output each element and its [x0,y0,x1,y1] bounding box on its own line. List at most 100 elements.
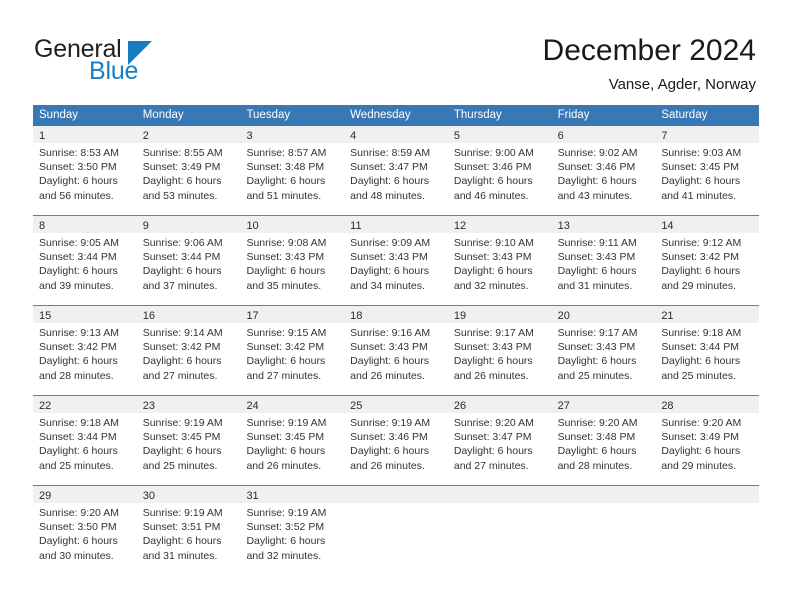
day-number-band: 30 [136,486,241,503]
calendar-day-cell[interactable]: 8 Sunrise: 9:05 AM Sunset: 3:44 PM Daylight… [33,216,137,305]
day-detail-line: and 29 minutes. [661,459,737,472]
day-detail-line: Daylight: 6 hours [453,355,533,368]
day-detail-line: Daylight: 6 hours [142,175,222,188]
day-detail-line: Daylight: 6 hours [246,265,326,278]
day-details: Sunrise: 9:09 AM Sunset: 3:43 PM Daylight:… [344,233,448,293]
day-detail-line: Sunrise: 8:59 AM [350,147,431,159]
day-number-band: 11 [344,216,448,233]
calendar-day-cell[interactable]: 9 Sunrise: 9:06 AM Sunset: 3:44 PM Daylight… [136,216,241,305]
day-number: 31 [246,490,259,502]
day-detail-line: Sunset: 3:42 PM [661,251,739,264]
day-detail-line: and 26 minutes. [453,369,529,382]
weekday-header-friday: Friday [557,109,590,121]
day-detail-line: and 26 minutes. [350,459,425,472]
day-detail-line: Sunrise: 9:20 AM [453,417,534,429]
day-detail-line: Sunrise: 8:53 AM [39,147,119,159]
calendar-day-cell[interactable]: 26 Sunrise: 9:20 AM Sunset: 3:47 PM Dayligh… [447,396,552,485]
calendar-day-cell[interactable]: 19 Sunrise: 9:17 AM Sunset: 3:43 PM Dayligh… [447,306,552,395]
calendar-day-cell[interactable]: 25 Sunrise: 9:19 AM Sunset: 3:46 PM Dayligh… [344,396,448,485]
day-detail-line: Sunset: 3:43 PM [350,341,428,354]
day-number-band: 21 [655,306,760,323]
day-number-band [551,486,656,503]
day-detail-line: and 27 minutes. [453,459,529,472]
calendar-day-cell[interactable]: 14 Sunrise: 9:12 AM Sunset: 3:42 PM Dayligh… [655,216,760,305]
calendar-day-cell[interactable]: 10 Sunrise: 9:08 AM Sunset: 3:43 PM Dayligh… [240,216,345,305]
calendar-day-cell[interactable]: 31 Sunrise: 9:19 AM Sunset: 3:52 PM Dayligh… [240,486,345,579]
day-detail-line: Sunset: 3:46 PM [557,161,636,174]
calendar-day-cell[interactable]: 11 Sunrise: 9:09 AM Sunset: 3:43 PM Dayligh… [344,216,448,305]
day-detail-line: Sunrise: 9:12 AM [661,237,742,249]
calendar-day-cell[interactable]: 21 Sunrise: 9:18 AM Sunset: 3:44 PM Dayligh… [655,306,760,395]
day-details [448,503,552,506]
calendar-day-cell[interactable]: 1 Sunrise: 8:53 AM Sunset: 3:50 PM Daylight… [33,126,137,215]
day-detail-line: Sunrise: 8:57 AM [246,147,327,159]
day-detail-line: and 27 minutes. [142,369,218,382]
day-number-band: 28 [655,396,760,413]
day-detail-line: Sunset: 3:45 PM [142,431,221,444]
day-detail-line: Daylight: 6 hours [142,265,222,278]
calendar-day-cell[interactable]: 2 Sunrise: 8:55 AM Sunset: 3:49 PM Daylight… [136,126,241,215]
weekday-header-tuesday: Tuesday [246,109,291,121]
day-detail-line: and 41 minutes. [661,189,737,202]
day-number: 21 [661,310,674,322]
day-detail-line: Sunset: 3:50 PM [39,161,117,174]
calendar-day-cell[interactable]: 30 Sunrise: 9:19 AM Sunset: 3:51 PM Dayligh… [136,486,241,579]
day-number: 4 [350,130,357,142]
day-detail-line: Sunrise: 9:02 AM [557,147,638,159]
day-detail-line: Daylight: 6 hours [350,445,429,458]
day-detail-line: Daylight: 6 hours [661,265,741,278]
day-detail-line: Sunrise: 9:03 AM [661,147,742,159]
day-detail-line: Daylight: 6 hours [350,175,429,188]
day-details: Sunrise: 9:11 AM Sunset: 3:43 PM Daylight:… [552,233,656,293]
day-detail-line: Sunset: 3:48 PM [557,431,636,444]
calendar-day-cell[interactable]: 4 Sunrise: 8:59 AM Sunset: 3:47 PM Daylight… [344,126,448,215]
day-number-band: 3 [240,126,345,143]
calendar-day-cell[interactable]: 15 Sunrise: 9:13 AM Sunset: 3:42 PM Dayligh… [33,306,137,395]
day-number-band: 18 [344,306,448,323]
day-number: 19 [453,310,467,322]
calendar-day-cell[interactable]: 29 Sunrise: 9:20 AM Sunset: 3:50 PM Dayligh… [33,486,137,579]
day-detail-line: Sunrise: 9:05 AM [39,237,119,249]
calendar-day-cell[interactable]: 6 Sunrise: 9:02 AM Sunset: 3:46 PM Daylight… [551,126,656,215]
day-detail-line: Sunrise: 9:18 AM [661,327,742,339]
day-detail-line: Sunset: 3:49 PM [142,161,221,174]
calendar-day-cell[interactable]: 3 Sunrise: 8:57 AM Sunset: 3:48 PM Daylight… [240,126,345,215]
day-detail-line: Sunset: 3:47 PM [350,161,428,174]
calendar-day-cell[interactable]: 17 Sunrise: 9:15 AM Sunset: 3:42 PM Dayligh… [240,306,345,395]
day-number-band: 17 [240,306,345,323]
calendar-day-cell[interactable]: 23 Sunrise: 9:19 AM Sunset: 3:45 PM Dayligh… [136,396,241,485]
calendar-day-cell[interactable]: 12 Sunrise: 9:10 AM Sunset: 3:43 PM Dayligh… [447,216,552,305]
day-details: Sunrise: 8:53 AM Sunset: 3:50 PM Daylight:… [33,143,137,203]
calendar-day-cell[interactable]: 7 Sunrise: 9:03 AM Sunset: 3:45 PM Daylight… [655,126,760,215]
day-detail-line: and 28 minutes. [557,459,633,472]
day-detail-line: Sunrise: 9:20 AM [661,417,742,429]
calendar-day-cell[interactable]: 13 Sunrise: 9:11 AM Sunset: 3:43 PM Dayligh… [551,216,656,305]
calendar-day-cell[interactable]: 20 Sunrise: 9:17 AM Sunset: 3:43 PM Dayligh… [551,306,656,395]
weekday-header-saturday: Saturday [661,109,708,121]
brand-logo[interactable]: General Blue [34,36,224,92]
day-detail-line: Daylight: 6 hours [661,175,741,188]
calendar-day-cell[interactable]: 27 Sunrise: 9:20 AM Sunset: 3:48 PM Dayligh… [551,396,656,485]
page-header: General Blue December 2024 Vanse, Agder,… [0,0,792,104]
day-number-band: 27 [551,396,656,413]
day-number: 2 [142,130,149,142]
calendar-day-cell[interactable]: 28 Sunrise: 9:20 AM Sunset: 3:49 PM Dayligh… [655,396,760,485]
day-detail-line: Daylight: 6 hours [661,355,741,368]
calendar-day-cell[interactable]: 24 Sunrise: 9:19 AM Sunset: 3:45 PM Dayligh… [240,396,345,485]
day-detail-line: Sunset: 3:50 PM [39,521,117,534]
day-detail-line: Sunrise: 9:16 AM [350,327,431,339]
calendar-day-cell[interactable]: 18 Sunrise: 9:16 AM Sunset: 3:43 PM Dayligh… [344,306,448,395]
day-number-band: 9 [136,216,241,233]
day-details: Sunrise: 9:06 AM Sunset: 3:44 PM Daylight:… [137,233,241,293]
calendar-day-cell[interactable]: 5 Sunrise: 9:00 AM Sunset: 3:46 PM Daylight… [447,126,552,215]
calendar-day-cell[interactable]: 16 Sunrise: 9:14 AM Sunset: 3:42 PM Dayligh… [136,306,241,395]
day-details: Sunrise: 9:05 AM Sunset: 3:44 PM Daylight:… [33,233,137,293]
day-detail-line: Daylight: 6 hours [557,355,637,368]
day-detail-line: Daylight: 6 hours [142,535,222,548]
day-detail-line: Sunset: 3:45 PM [246,431,325,444]
calendar-day-cell-empty [551,486,656,579]
day-detail-line: and 25 minutes. [39,459,114,472]
day-detail-line: Sunrise: 9:09 AM [350,237,431,249]
day-number: 30 [142,490,155,502]
calendar-day-cell[interactable]: 22 Sunrise: 9:18 AM Sunset: 3:44 PM Dayligh… [33,396,137,485]
